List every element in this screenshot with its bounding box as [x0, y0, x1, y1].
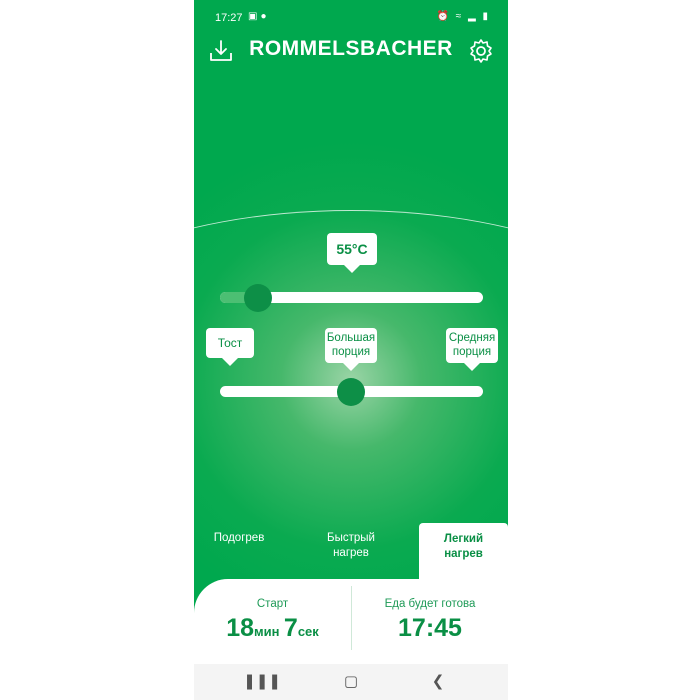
wifi-icon: ≈ — [455, 11, 464, 22]
timer-seconds-unit: сек — [297, 624, 319, 639]
timer-minutes-unit: мин — [254, 624, 280, 639]
signal-icon: ▂ — [468, 11, 478, 22]
mode-option-big-line2: порция — [331, 346, 371, 358]
mode-option-med-line2: порция — [452, 346, 492, 358]
start-label: Старт — [256, 598, 289, 610]
home-button[interactable]: ▢ — [331, 670, 371, 694]
status-bar: 17:27 ▣● ⏰ ≈ ▂ ▮ — [194, 0, 508, 34]
location-icon: ● — [260, 11, 270, 22]
temperature-bubble: 55°C — [327, 233, 377, 273]
tab-light-line1: Легкий — [443, 533, 484, 545]
status-right-icons: ⏰ ≈ ▂ ▮ — [436, 11, 490, 22]
settings-button[interactable] — [466, 36, 496, 66]
temperature-slider-thumb[interactable] — [244, 284, 272, 312]
back-icon: ❮ — [431, 673, 445, 690]
portion-slider-thumb[interactable] — [337, 378, 365, 406]
ready-time: 17:45 — [398, 614, 462, 642]
image-icon: ▣ — [248, 11, 261, 22]
status-left-icons: ▣● — [248, 11, 270, 22]
home-icon: ▢ — [343, 673, 359, 690]
mode-option-big-portion[interactable]: Большая порция — [325, 328, 377, 371]
back-button[interactable]: ❮ — [418, 670, 458, 694]
ready-label: Еда будет готова — [384, 598, 476, 610]
battery-icon: ▮ — [482, 11, 490, 22]
app-screen: 17:27 ▣● ⏰ ≈ ▂ ▮ ROMMELSBACHER 55°C Тост… — [194, 0, 508, 700]
gear-icon — [470, 39, 492, 63]
recent-apps-button[interactable]: ❚❚❚ — [242, 670, 282, 694]
start-timer: 18мин 7сек — [194, 614, 351, 643]
mode-option-big-line1: Большая — [326, 332, 376, 344]
system-nav-bar: ❚❚❚ ▢ ❮ — [194, 664, 508, 700]
status-time: 17:27 — [215, 12, 243, 24]
timer-minutes: 18 — [226, 614, 254, 642]
brand-logo: ROMMELSBACHER — [249, 37, 453, 60]
recent-apps-icon: ❚❚❚ — [243, 673, 281, 690]
timer-seconds: 7 — [283, 614, 298, 642]
tab-fast-line2: нагрев — [333, 547, 369, 559]
mode-option-med-line1: Средняя — [448, 332, 496, 344]
tab-light-line2: нагрев — [444, 548, 483, 560]
mode-option-toast[interactable]: Тост — [206, 328, 254, 366]
alarm-icon: ⏰ — [436, 11, 451, 22]
tab-light-heat[interactable]: Легкий нагрев — [419, 523, 508, 583]
tab-fast-line1: Быстрый — [327, 532, 375, 544]
mode-option-medium-portion[interactable]: Средняя порция — [446, 328, 498, 371]
